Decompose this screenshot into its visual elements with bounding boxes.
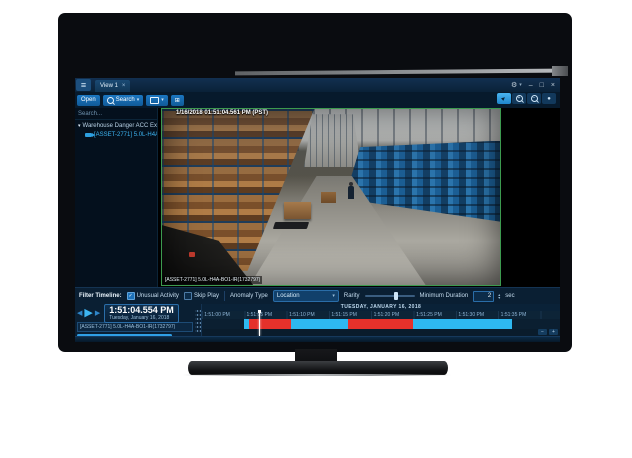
monitor-stand-base: [188, 361, 448, 375]
timeline-playhead[interactable]: [259, 311, 260, 336]
minimize-icon[interactable]: –: [529, 82, 533, 89]
video-tile[interactable]: 1/16/2018 01:51:04.561 PM (PST) [ASSET-2…: [161, 108, 501, 286]
step-back-button[interactable]: ◀: [77, 309, 82, 317]
zoom-in-icon: +: [516, 95, 523, 102]
content-area: Search... ▾ Warehouse Danger ACC Export …: [75, 108, 560, 287]
gear-caret-icon[interactable]: ▾: [519, 82, 522, 88]
view-tools: ► + − ●: [497, 93, 556, 104]
app-window: ≡ View 1 × ⚙ ▾ – □ × Open Search ▾ ▾ ⊞ ►…: [75, 78, 560, 342]
maximize-icon[interactable]: □: [540, 82, 544, 89]
search-icon: [107, 97, 114, 104]
unusual-activity-label: Unusual Activity: [137, 293, 179, 299]
play-button[interactable]: ▶: [84, 308, 92, 319]
camera-icon: [85, 133, 92, 137]
chevron-down-icon: ▾: [137, 97, 140, 103]
timeline-segment-unusual[interactable]: [249, 319, 291, 329]
timeline-segment-recorded[interactable]: [291, 319, 349, 329]
spin-down-icon[interactable]: ▾: [498, 296, 500, 299]
timeline-camera-row-label[interactable]: [ASSET-2771] 5.0L-H4A-BO1-IR(1732797): [77, 322, 193, 332]
layout-grid-icon: ⊞: [175, 97, 180, 104]
sidebar: Search... ▾ Warehouse Danger ACC Export …: [75, 108, 158, 287]
chevron-down-icon: ▾: [332, 293, 335, 299]
cursor-icon: ►: [500, 94, 508, 102]
zoom-out-icon: −: [531, 95, 538, 102]
min-duration-label: Minimum Duration: [420, 293, 469, 299]
min-duration-unit: sec: [505, 293, 514, 299]
pan-icon: ●: [547, 96, 551, 102]
tree-item-export-root[interactable]: ▾ Warehouse Danger ACC Export - 2016-01: [75, 120, 157, 130]
step-forward-button[interactable]: ▶: [95, 309, 100, 317]
video-timestamp-overlay: 1/16/2018 01:51:04.561 PM (PST): [176, 110, 268, 116]
skip-play-label: Skip Play: [194, 293, 219, 299]
tab-bar: ≡ View 1 × ⚙ ▾ – □ ×: [75, 78, 560, 92]
open-button-label: Open: [81, 97, 96, 103]
skip-play-toggle[interactable]: Skip Play: [184, 292, 219, 300]
video-stage: 1/16/2018 01:51:04.561 PM (PST) [ASSET-2…: [158, 108, 560, 287]
display-mode-button[interactable]: ▾: [146, 95, 168, 106]
min-duration-input[interactable]: 2: [473, 291, 494, 302]
tab-view-1[interactable]: View 1 ×: [95, 80, 130, 92]
checkbox-unchecked-icon[interactable]: [184, 292, 192, 300]
current-date: Tuesday, January 16, 2018: [109, 315, 174, 321]
chevron-down-icon: ▾: [161, 97, 164, 103]
rarity-slider[interactable]: [365, 295, 415, 297]
search-button[interactable]: Search ▾: [103, 95, 144, 106]
layout-grid-button[interactable]: ⊞: [171, 95, 184, 106]
timeline-segment-unusual[interactable]: [348, 319, 412, 329]
timeline-track: − +: [202, 329, 560, 336]
timeline-segment-recorded[interactable]: [413, 319, 513, 329]
current-time: 1:51:04.554 PM: [109, 306, 174, 315]
window-bottom-strip: [75, 336, 560, 342]
gear-icon[interactable]: ⚙: [511, 81, 517, 89]
pan-tool-button[interactable]: ●: [542, 93, 556, 104]
playback-controls: ◀ ▶ ▶ 1:51:04.554 PM Tuesday, January 16…: [75, 304, 195, 336]
timeline-zoom-in-button[interactable]: +: [549, 329, 558, 335]
window-controls: ⚙ ▾ – □ ×: [511, 81, 560, 89]
filter-timeline-bar: Filter Timeline: ✓ Unusual Activity Skip…: [75, 287, 560, 304]
video-camera-name-overlay: [ASSET-2771] 5.0L-H4A-BO1-IR(1732797): [163, 276, 262, 284]
select-tool-button[interactable]: ►: [497, 93, 511, 104]
tab-label: View 1: [100, 83, 118, 89]
open-button[interactable]: Open: [77, 95, 100, 106]
anomaly-type-dropdown[interactable]: Location ▾: [273, 290, 339, 302]
rarity-label: Rarity: [344, 293, 360, 299]
search-button-label: Search: [116, 97, 135, 103]
filter-timeline-title: Filter Timeline:: [79, 293, 122, 299]
tab-close-icon[interactable]: ×: [122, 83, 126, 89]
timeline-panel[interactable]: TUESDAY, JANUARY 16, 2018 1:51:00 PM1:51…: [201, 304, 560, 336]
min-duration-stepper[interactable]: ▴ ▾: [498, 293, 500, 299]
timeline-zoom-out-button[interactable]: −: [538, 329, 547, 335]
tree-item-camera[interactable]: [ASSET-2771] 5.0L-H4A-BO1-IR(1732797): [75, 130, 157, 139]
toolbar: Open Search ▾ ▾ ⊞ ► + − ●: [75, 92, 560, 108]
timeline-date-header: TUESDAY, JANUARY 16, 2018: [202, 304, 560, 311]
anomaly-type-label: Anomaly Type: [230, 293, 268, 299]
tree-camera-label: [ASSET-2771] 5.0L-H4A-BO1-IR(1732797): [94, 132, 157, 138]
close-icon[interactable]: ×: [551, 82, 555, 89]
checkbox-checked-icon[interactable]: ✓: [127, 292, 135, 300]
tree-root-label: Warehouse Danger ACC Export - 2016-01: [83, 123, 157, 129]
video-vignette: [162, 109, 500, 285]
rarity-slider-thumb[interactable]: [394, 292, 398, 300]
hamburger-icon: ≡: [81, 81, 86, 90]
timeline-zoom-buttons: − +: [538, 329, 558, 335]
divider: [224, 291, 225, 301]
unusual-activity-toggle[interactable]: ✓ Unusual Activity: [127, 292, 179, 300]
timeline-area: ◀ ▶ ▶ 1:51:04.554 PM Tuesday, January 16…: [75, 304, 560, 336]
search-input[interactable]: Search...: [75, 108, 157, 120]
timeline-activity-bar[interactable]: [202, 319, 560, 329]
monitor-corner-highlight: [552, 66, 568, 76]
zoom-in-button[interactable]: +: [512, 93, 526, 104]
main-menu-button[interactable]: ≡: [76, 79, 91, 91]
expander-icon[interactable]: ▾: [78, 123, 81, 129]
zoom-out-button[interactable]: −: [527, 93, 541, 104]
anomaly-type-value: Location: [277, 293, 300, 299]
current-time-display[interactable]: 1:51:04.554 PM Tuesday, January 16, 2018: [104, 304, 179, 323]
monitor-icon: [150, 97, 159, 104]
monitor-stand-edge: [183, 374, 451, 376]
